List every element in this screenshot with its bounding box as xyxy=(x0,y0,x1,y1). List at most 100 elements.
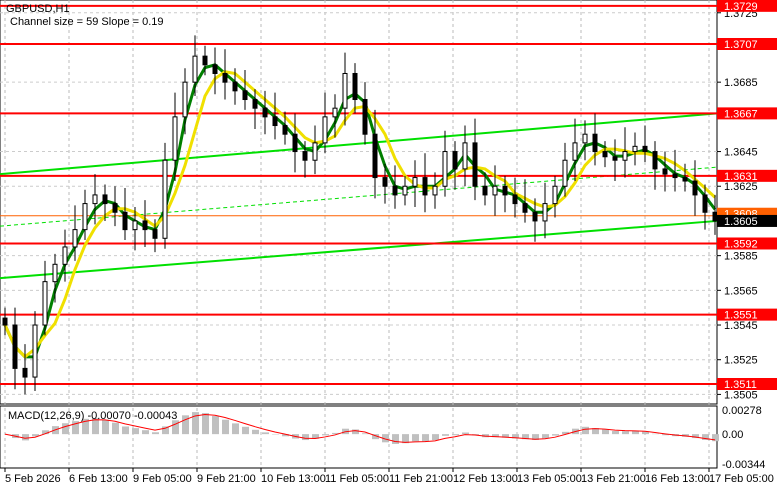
candle-body xyxy=(512,194,518,205)
candle xyxy=(112,186,118,227)
candle-body xyxy=(682,177,688,182)
price-tick-label: 1.3625 xyxy=(724,181,758,193)
candle xyxy=(542,182,548,239)
macd-bar xyxy=(102,419,109,435)
candles xyxy=(2,35,718,395)
candle-body xyxy=(282,125,288,135)
macd-bar xyxy=(132,428,139,435)
candle xyxy=(472,118,478,201)
time-label: 17 Feb 05:00 xyxy=(709,473,774,485)
channel-upper-line xyxy=(0,112,718,176)
candle-body xyxy=(132,220,138,231)
candle-body xyxy=(202,55,208,66)
candle-body xyxy=(12,324,18,369)
candle-body xyxy=(702,194,708,213)
candle xyxy=(452,141,458,190)
candle xyxy=(162,142,168,249)
candle-body xyxy=(412,177,418,187)
macd-axis-label: 0.00278 xyxy=(722,405,762,417)
candle xyxy=(582,120,588,161)
candle-body xyxy=(552,185,558,205)
chart-title: GBPUSD,H1 xyxy=(6,3,70,15)
candle xyxy=(392,165,398,209)
candle-body xyxy=(452,151,458,170)
candle-body xyxy=(142,220,148,231)
macd-bar xyxy=(412,434,419,442)
candle-body xyxy=(262,107,268,118)
price-tick-label: 1.3545 xyxy=(724,320,758,332)
candle xyxy=(72,205,78,261)
current-price-label: 1.3605 xyxy=(724,216,758,228)
candle-body xyxy=(562,159,568,187)
candle-body xyxy=(362,99,368,135)
macd-bar xyxy=(22,434,29,441)
candle xyxy=(142,200,148,247)
price-chart[interactable]: 1.37251.36851.36451.36251.35851.35651.35… xyxy=(0,0,781,489)
price-tick-label: 1.3645 xyxy=(724,147,758,159)
macd-bar xyxy=(442,434,449,436)
candle-body xyxy=(212,64,218,74)
candle xyxy=(352,63,358,114)
candle-body xyxy=(122,211,128,231)
candle xyxy=(22,344,28,395)
candle-body xyxy=(342,72,348,109)
candle-body xyxy=(162,159,168,239)
candle-body xyxy=(222,72,228,83)
candle-body xyxy=(622,151,628,161)
macd-bar xyxy=(622,431,629,435)
candle-body xyxy=(22,367,28,378)
price-tick-label: 1.3565 xyxy=(724,285,758,297)
candle-body xyxy=(92,194,98,205)
candle-body xyxy=(462,142,468,170)
time-label: 16 Feb 13:00 xyxy=(645,473,710,485)
macd-bar xyxy=(612,431,619,435)
macd-bar xyxy=(552,434,559,436)
time-label: 5 Feb 2026 xyxy=(5,473,61,485)
candle-body xyxy=(292,133,298,153)
candle-body xyxy=(172,116,178,161)
candle-body xyxy=(312,142,318,161)
candle-body xyxy=(652,151,658,170)
candle xyxy=(212,47,218,95)
macd-bar xyxy=(62,423,69,435)
candle-body xyxy=(352,72,358,101)
macd-bar xyxy=(632,431,639,435)
grid xyxy=(0,0,717,468)
candle xyxy=(442,130,448,197)
macd-bar xyxy=(262,432,269,435)
level-label: 1.3667 xyxy=(724,108,758,120)
level-label: 1.3729 xyxy=(724,1,758,13)
candle xyxy=(402,175,408,206)
macd-bar xyxy=(322,434,329,436)
candle xyxy=(692,160,698,216)
candle xyxy=(642,125,648,162)
candle-body xyxy=(482,185,488,196)
levels xyxy=(0,4,717,386)
channel-info: Channel size = 59 Slope = 0.19 xyxy=(10,16,164,28)
candle xyxy=(342,52,348,126)
candle xyxy=(42,260,48,336)
candle-body xyxy=(372,133,378,179)
level-label: 1.3631 xyxy=(724,171,758,183)
price-tick-label: 1.3525 xyxy=(724,355,758,367)
candle-body xyxy=(472,142,478,187)
candle-body xyxy=(152,229,158,239)
candle xyxy=(12,307,18,390)
time-label: 9 Feb 05:00 xyxy=(133,473,192,485)
price-tick-label: 1.3585 xyxy=(724,251,758,263)
candle-body xyxy=(32,324,38,378)
candle-body xyxy=(432,185,438,196)
candle xyxy=(552,175,558,218)
price-tick-label: 1.3685 xyxy=(724,77,758,89)
macd-bar xyxy=(112,422,119,435)
candle xyxy=(492,165,498,216)
macd-bar xyxy=(462,432,469,435)
time-label: 13 Feb 05:00 xyxy=(517,473,582,485)
macd-bar xyxy=(432,434,439,441)
candle-body xyxy=(112,203,118,213)
candle-body xyxy=(332,107,338,118)
candle xyxy=(572,118,578,182)
macd-bar xyxy=(352,429,359,435)
macd-bar xyxy=(712,434,719,442)
candle-body xyxy=(42,281,48,326)
